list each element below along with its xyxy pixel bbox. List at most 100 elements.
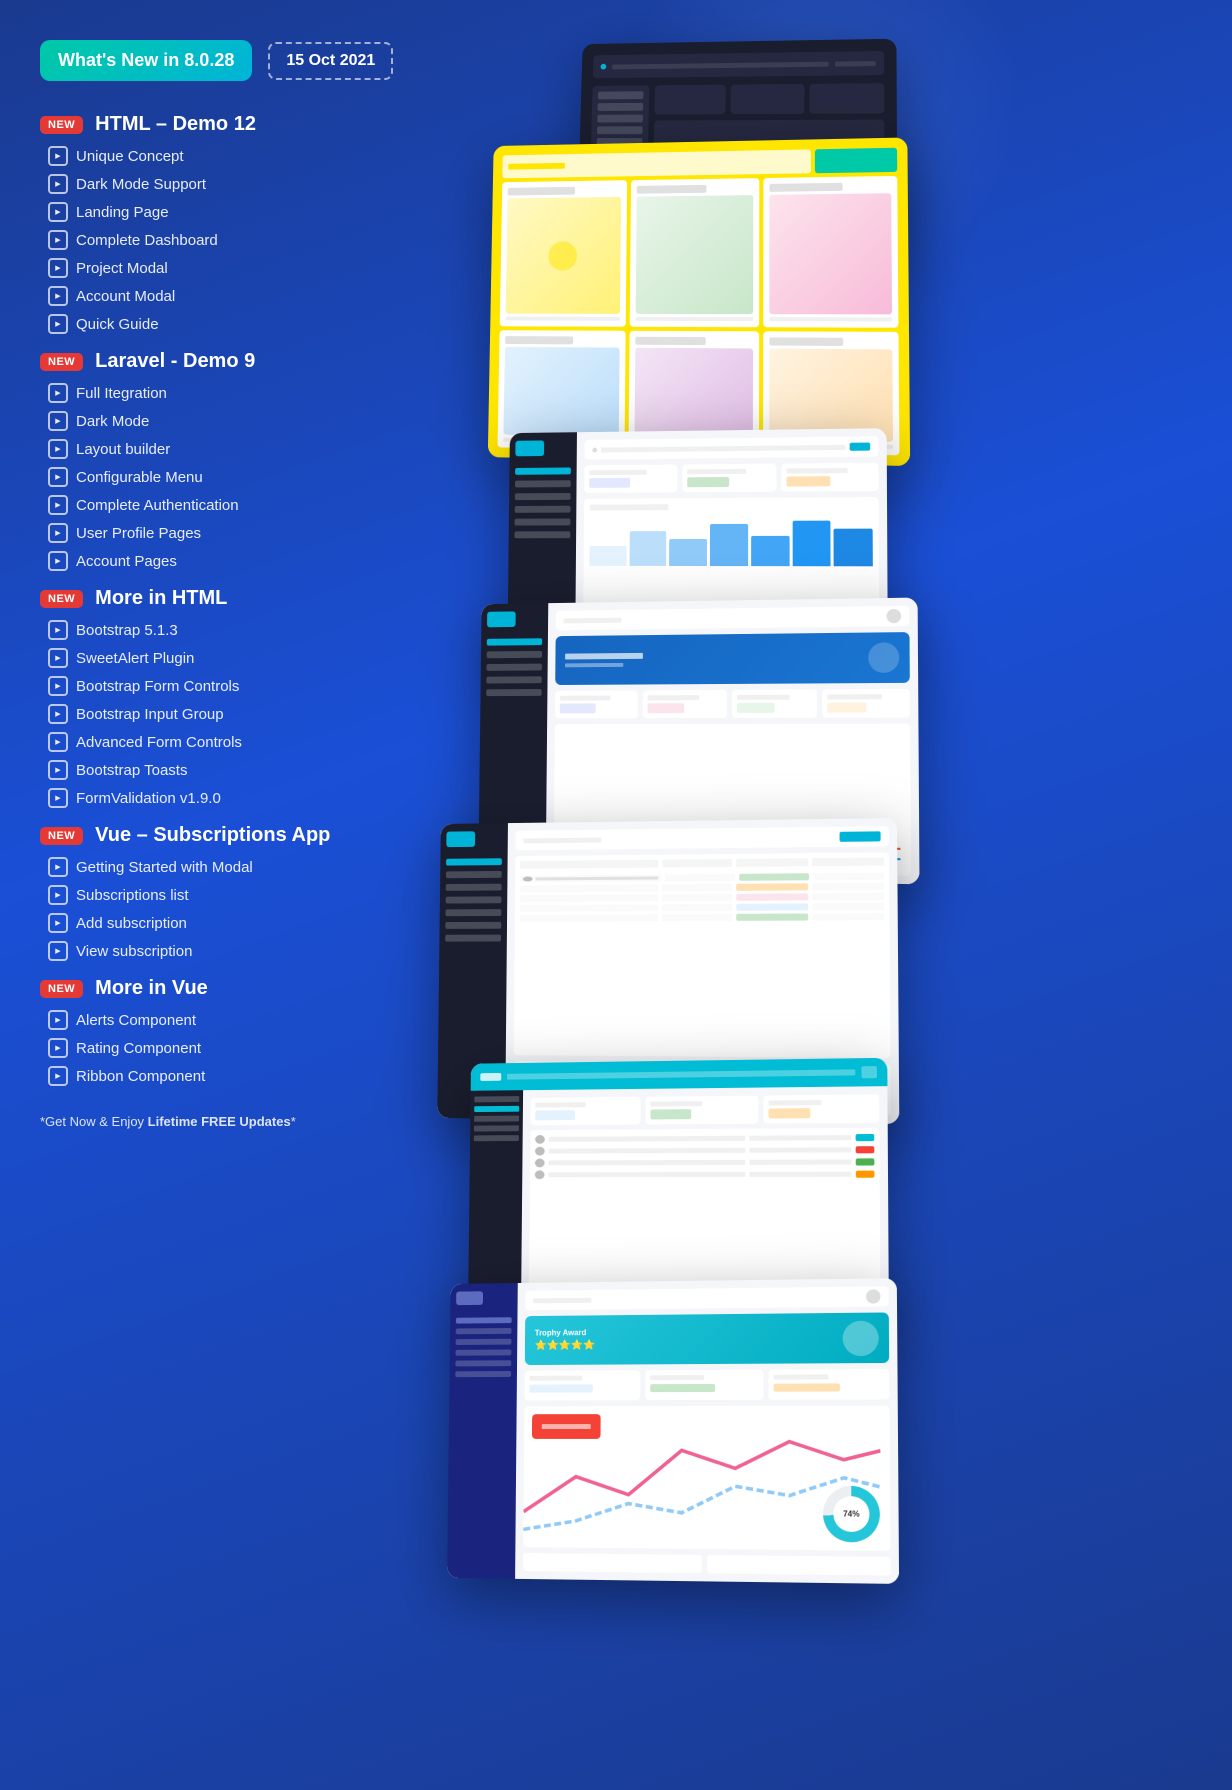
new-badge-laravel: New — [40, 353, 83, 371]
list-item: Alerts Component — [48, 1006, 420, 1034]
item-text: Rating Component — [76, 1040, 201, 1057]
bullet-icon — [48, 857, 68, 877]
section-laravel-demo-9: New Laravel - Demo 9 Full Itegration Dar… — [40, 350, 420, 575]
section-html-demo-12: New HTML – Demo 12 Unique Concept Dark M… — [40, 113, 420, 338]
footer-suffix: * — [291, 1114, 296, 1129]
item-text: User Profile Pages — [76, 525, 201, 542]
item-text: Account Pages — [76, 553, 177, 570]
section-title-row-more-html: New More in HTML — [40, 587, 420, 610]
item-text: Layout builder — [76, 441, 170, 458]
list-item: FormValidation v1.9.0 — [48, 784, 420, 812]
list-item: Subscriptions list — [48, 881, 420, 909]
bullet-icon — [48, 411, 68, 431]
bullet-icon — [48, 202, 68, 222]
item-text: Landing Page — [76, 204, 169, 221]
item-text: Alerts Component — [76, 1012, 196, 1029]
list-item: Bootstrap Form Controls — [48, 672, 420, 700]
item-text: FormValidation v1.9.0 — [76, 790, 221, 807]
new-badge-html: New — [40, 116, 83, 134]
section-more-vue: New More in Vue Alerts Component Rating … — [40, 977, 420, 1090]
bullet-icon — [48, 760, 68, 780]
header-section: What's New in 8.0.28 15 Oct 2021 — [40, 40, 420, 81]
bullet-icon — [48, 383, 68, 403]
list-item: Configurable Menu — [48, 463, 420, 491]
list-item: Advanced Form Controls — [48, 728, 420, 756]
section-title-more-html: More in HTML — [95, 587, 227, 610]
list-item: Dark Mode — [48, 407, 420, 435]
item-text: Complete Dashboard — [76, 232, 218, 249]
item-text: SweetAlert Plugin — [76, 650, 194, 667]
list-item: Add subscription — [48, 909, 420, 937]
list-item: User Profile Pages — [48, 519, 420, 547]
bullet-icon — [48, 230, 68, 250]
right-panel: Trophy Award⭐⭐⭐⭐⭐ — [440, 40, 894, 1740]
bullet-icon — [48, 146, 68, 166]
list-item: Bootstrap 5.1.3 — [48, 616, 420, 644]
bullet-icon — [48, 467, 68, 487]
new-badge-more-vue: New — [40, 980, 83, 998]
list-item: Getting Started with Modal — [48, 853, 420, 881]
item-text: Bootstrap Input Group — [76, 706, 224, 723]
new-badge-vue-sub: New — [40, 827, 83, 845]
item-text: Quick Guide — [76, 316, 159, 333]
section-more-html: New More in HTML Bootstrap 5.1.3 SweetAl… — [40, 587, 420, 812]
list-item: Complete Authentication — [48, 491, 420, 519]
screen-vue: Trophy Award⭐⭐⭐⭐⭐ — [447, 1278, 899, 1584]
list-item: View subscription — [48, 937, 420, 965]
bullet-icon — [48, 439, 68, 459]
bullet-icon — [48, 1066, 68, 1086]
bullet-icon — [48, 732, 68, 752]
left-panel: What's New in 8.0.28 15 Oct 2021 New HTM… — [40, 40, 420, 1740]
item-text: Complete Authentication — [76, 497, 239, 514]
section-title-row-vue-sub: New Vue – Subscriptions App — [40, 824, 420, 847]
items-list-laravel: Full Itegration Dark Mode Layout builder… — [40, 379, 420, 575]
section-title-row-more-vue: New More in Vue — [40, 977, 420, 1000]
bullet-icon — [48, 495, 68, 515]
bullet-icon — [48, 941, 68, 961]
footer-prefix: *Get Now & Enjoy — [40, 1114, 148, 1129]
section-title-row-laravel: New Laravel - Demo 9 — [40, 350, 420, 373]
screen-yellow-dashboard — [488, 137, 910, 466]
item-text: Subscriptions list — [76, 887, 189, 904]
list-item: Layout builder — [48, 435, 420, 463]
section-title-laravel: Laravel - Demo 9 — [95, 350, 255, 373]
section-title-vue-sub: Vue – Subscriptions App — [95, 824, 330, 847]
bullet-icon — [48, 174, 68, 194]
bullet-icon — [48, 1038, 68, 1058]
bullet-icon — [48, 286, 68, 306]
section-title-more-vue: More in Vue — [95, 977, 208, 1000]
screenshot-stack: Trophy Award⭐⭐⭐⭐⭐ — [440, 40, 894, 1740]
section-vue-sub: New Vue – Subscriptions App Getting Star… — [40, 824, 420, 965]
list-item: Ribbon Component — [48, 1062, 420, 1090]
bullet-icon — [48, 885, 68, 905]
list-item: Dark Mode Support — [48, 170, 420, 198]
list-item: Bootstrap Toasts — [48, 756, 420, 784]
list-item: Landing Page — [48, 198, 420, 226]
release-date: 15 Oct 2021 — [268, 42, 393, 80]
bullet-icon — [48, 620, 68, 640]
list-item: Account Pages — [48, 547, 420, 575]
bullet-icon — [48, 676, 68, 696]
list-item: Quick Guide — [48, 310, 420, 338]
bullet-icon — [48, 788, 68, 808]
bullet-icon — [48, 258, 68, 278]
list-item: Account Modal — [48, 282, 420, 310]
items-list-html: Unique Concept Dark Mode Support Landing… — [40, 142, 420, 338]
bullet-icon — [48, 551, 68, 571]
bullet-icon — [48, 913, 68, 933]
item-text: Unique Concept — [76, 148, 184, 165]
item-text: Dark Mode — [76, 413, 149, 430]
list-item: Unique Concept — [48, 142, 420, 170]
list-item: Rating Component — [48, 1034, 420, 1062]
list-item: Bootstrap Input Group — [48, 700, 420, 728]
item-text: Bootstrap Toasts — [76, 762, 187, 779]
bullet-icon — [48, 523, 68, 543]
item-text: Full Itegration — [76, 385, 167, 402]
new-badge-more-html: New — [40, 590, 83, 608]
item-text: Dark Mode Support — [76, 176, 206, 193]
item-text: Bootstrap Form Controls — [76, 678, 239, 695]
bullet-icon — [48, 314, 68, 334]
items-list-vue-sub: Getting Started with Modal Subscriptions… — [40, 853, 420, 965]
item-text: Add subscription — [76, 915, 187, 932]
item-text: Account Modal — [76, 288, 175, 305]
